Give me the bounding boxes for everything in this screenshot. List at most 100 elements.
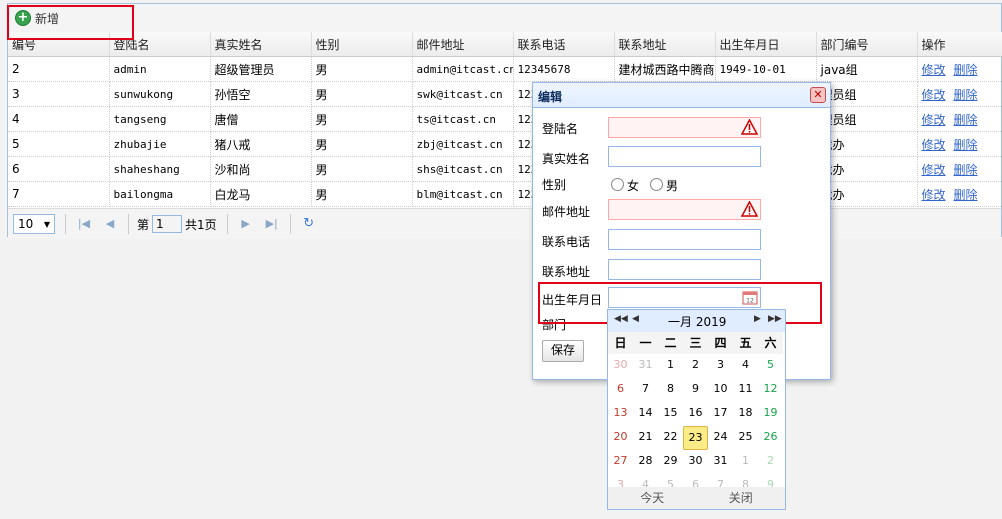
refresh-icon[interactable]: ↻ — [301, 216, 317, 232]
calendar-day[interactable]: 6 — [608, 378, 633, 402]
calendar-day[interactable]: 29 — [658, 450, 683, 474]
prev-page-icon[interactable]: ◀ — [102, 216, 118, 232]
next-month-icon[interactable]: ▶ — [754, 314, 761, 324]
table-row[interactable]: 7 bailongma 白龙马男 blm@itcast.cn 123 裁办 修改 删除 — [8, 181, 1002, 207]
calendar-day[interactable]: 30 — [683, 450, 708, 474]
calendar-day[interactable]: 17 — [708, 402, 733, 426]
female-radio[interactable] — [611, 178, 624, 191]
calendar-day[interactable]: 31 — [633, 354, 658, 378]
calendar-day[interactable]: 31 — [708, 450, 733, 474]
last-page-icon[interactable]: ▶| — [264, 216, 280, 232]
calendar-day[interactable]: 27 — [608, 450, 633, 474]
cell-name: 超级管理员 — [210, 56, 312, 82]
column-header[interactable]: 邮件地址 — [412, 32, 514, 57]
next-year-icon[interactable]: ▶▶ — [768, 314, 782, 324]
calendar-day[interactable]: 3 — [708, 354, 733, 378]
calendar-day[interactable]: 1 — [733, 450, 758, 474]
column-header[interactable]: 性别 — [311, 32, 413, 57]
calendar-day[interactable]: 20 — [608, 426, 633, 450]
calendar-day[interactable]: 28 — [633, 450, 658, 474]
calendar-day[interactable]: 19 — [758, 402, 783, 426]
cell-id: 3 — [8, 81, 110, 107]
cell-login: shaheshang — [109, 156, 211, 182]
cell-id: 2 — [8, 56, 110, 82]
grid-toolbar: + 新增 — [8, 4, 1001, 33]
calendar-day[interactable]: 24 — [708, 426, 733, 450]
calendar-month-title[interactable]: 一月 2019 — [668, 313, 726, 330]
column-header[interactable]: 出生年月日 — [715, 32, 817, 57]
realname-input[interactable] — [608, 146, 761, 167]
email-input[interactable] — [608, 199, 761, 220]
column-header[interactable]: 联系地址 — [614, 32, 716, 57]
first-page-icon[interactable]: |◀ — [76, 216, 92, 232]
edit-link[interactable]: 修改 — [922, 163, 946, 177]
calendar-day[interactable]: 26 — [758, 426, 783, 450]
calendar-day[interactable]: 1 — [658, 354, 683, 378]
close-calendar-button[interactable]: 关闭 — [697, 487, 786, 509]
column-header[interactable]: 联系电话 — [513, 32, 615, 57]
cell-gender: 男 — [311, 156, 413, 182]
delete-link[interactable]: 删除 — [954, 113, 978, 127]
calendar-day[interactable]: 30 — [608, 354, 633, 378]
gender-female-option[interactable]: 女 — [611, 177, 639, 194]
calendar-day[interactable]: 4 — [733, 354, 758, 378]
cell-email: shs@itcast.cn — [412, 156, 514, 182]
cell-dept: 理员组 — [816, 81, 918, 107]
edit-link[interactable]: 修改 — [922, 63, 946, 77]
edit-link[interactable]: 修改 — [922, 88, 946, 102]
column-header[interactable]: 真实姓名 — [210, 32, 312, 57]
delete-link[interactable]: 删除 — [954, 63, 978, 77]
male-radio[interactable] — [650, 178, 663, 191]
prev-year-icon[interactable]: ◀◀ — [614, 314, 628, 324]
calendar-day[interactable]: 13 — [608, 402, 633, 426]
edit-link[interactable]: 修改 — [922, 138, 946, 152]
table-row[interactable]: 3 sunwukong 孙悟空男 swk@itcast.cn 123 理员组 修改 删除 — [8, 81, 1002, 107]
delete-link[interactable]: 删除 — [954, 163, 978, 177]
prev-month-icon[interactable]: ◀ — [632, 314, 639, 324]
save-button[interactable]: 保存 — [542, 340, 584, 362]
calendar-day[interactable]: 25 — [733, 426, 758, 450]
cell-actions: 修改 删除 — [917, 181, 1002, 207]
calendar-day[interactable]: 14 — [633, 402, 658, 426]
calendar-day[interactable]: 21 — [633, 426, 658, 450]
column-header[interactable]: 操作 — [917, 32, 1002, 57]
calendar-day[interactable]: 18 — [733, 402, 758, 426]
weekday-label: 六 — [758, 332, 783, 354]
gender-male-option[interactable]: 男 — [650, 177, 678, 194]
table-row[interactable]: 2 admin 超级管理员男 admin@itcast.cn 12345678 建材城西路… — [8, 56, 1002, 82]
table-row[interactable]: 6 shaheshang 沙和尚男 shs@itcast.cn 123 裁办 修改 删除 — [8, 156, 1002, 182]
calendar-day[interactable]: 15 — [658, 402, 683, 426]
calendar-day[interactable]: 22 — [658, 426, 683, 450]
close-icon[interactable]: ✕ — [810, 87, 826, 103]
calendar-day[interactable]: 9 — [683, 378, 708, 402]
calendar-day[interactable]: 2 — [683, 354, 708, 378]
cell-email: zbj@itcast.cn — [412, 131, 514, 157]
calendar-day[interactable]: 16 — [683, 402, 708, 426]
delete-link[interactable]: 删除 — [954, 88, 978, 102]
delete-link[interactable]: 删除 — [954, 138, 978, 152]
calendar-day[interactable]: 23 — [683, 426, 708, 450]
today-button[interactable]: 今天 — [608, 487, 697, 509]
calendar-day[interactable]: 7 — [633, 378, 658, 402]
address-input[interactable] — [608, 259, 761, 280]
calendar-day[interactable]: 8 — [658, 378, 683, 402]
edit-link[interactable]: 修改 — [922, 188, 946, 202]
calendar-day[interactable]: 12 — [758, 378, 783, 402]
column-header[interactable]: 部门编号 — [816, 32, 918, 57]
table-row[interactable]: 4 tangseng 唐僧男 ts@itcast.cn 123 理员组 修改 删除 — [8, 106, 1002, 132]
calendar-day[interactable]: 2 — [758, 450, 783, 474]
calendar-day[interactable]: 10 — [708, 378, 733, 402]
page-number-input[interactable]: 1 — [152, 215, 183, 233]
table-row[interactable]: 5 zhubajie 猪八戒男 zbj@itcast.cn 123 裁办 修改 删除 — [8, 131, 1002, 157]
cell-gender: 男 — [311, 131, 413, 157]
pager-divider — [128, 214, 129, 234]
cell-id: 5 — [8, 131, 110, 157]
delete-link[interactable]: 删除 — [954, 188, 978, 202]
phone-input[interactable] — [608, 229, 761, 250]
login-input[interactable] — [608, 117, 761, 138]
next-page-icon[interactable]: ▶ — [238, 216, 254, 232]
calendar-day[interactable]: 5 — [758, 354, 783, 378]
page-size-select[interactable]: 10 ▼ — [13, 214, 55, 234]
calendar-day[interactable]: 11 — [733, 378, 758, 402]
edit-link[interactable]: 修改 — [922, 113, 946, 127]
